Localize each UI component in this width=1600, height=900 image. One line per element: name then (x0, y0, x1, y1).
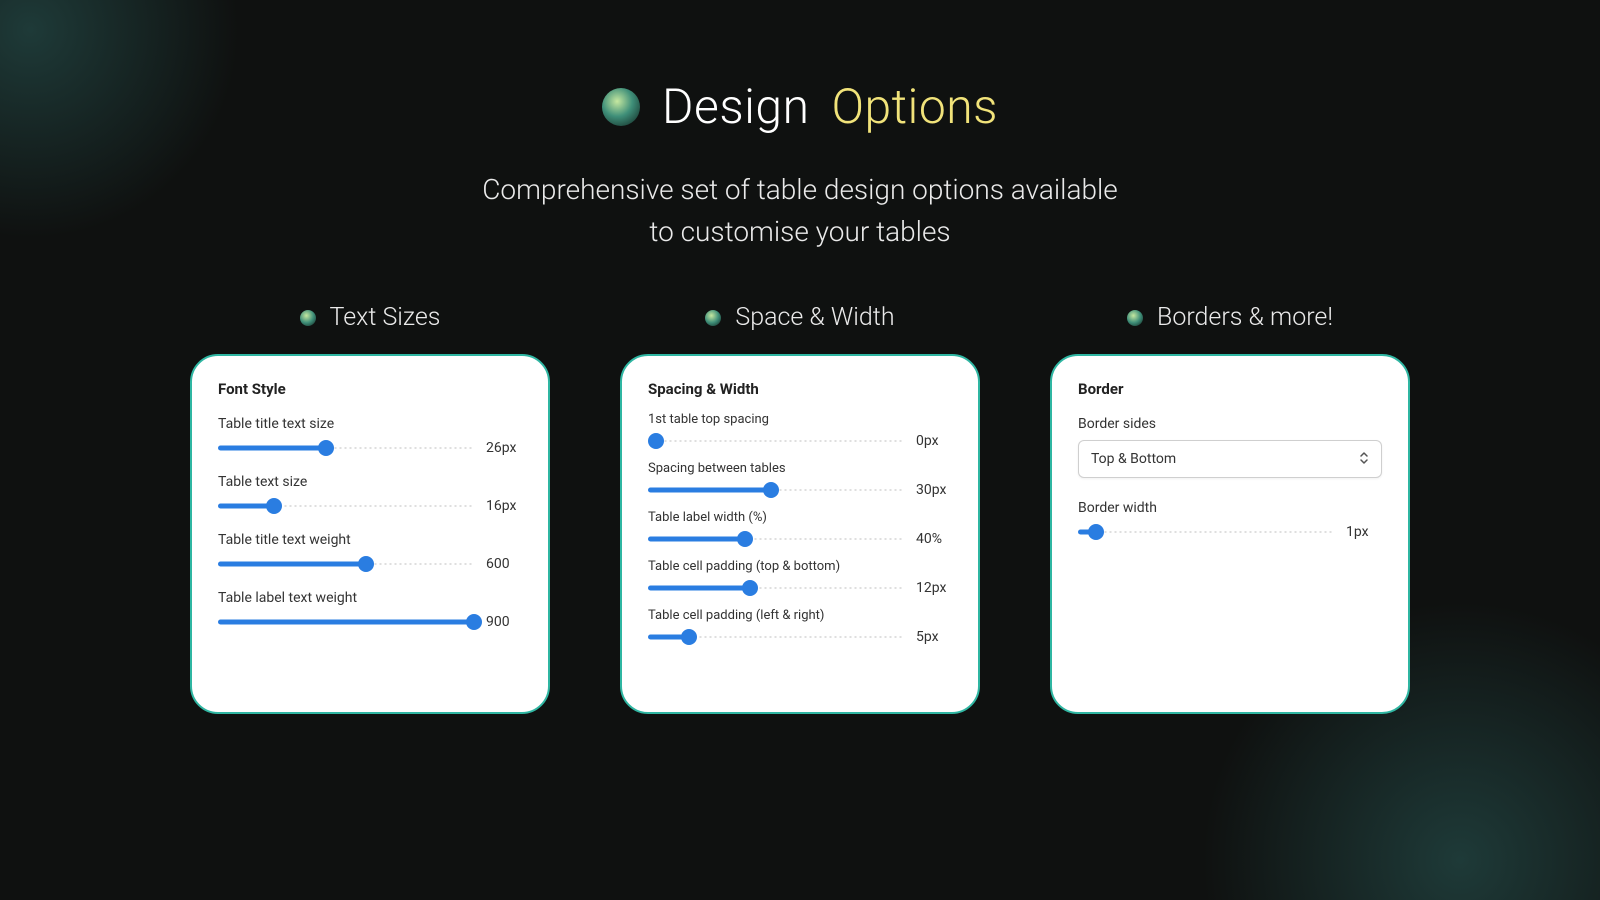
slider-value: 30px (916, 482, 952, 498)
slider-track[interactable] (648, 434, 904, 448)
select-border-sides[interactable]: Top & Bottom (1078, 440, 1382, 478)
card-heading: Font Style (218, 380, 522, 398)
slider-control-cell-padding-lr: Table cell padding (left & right) 5px (648, 608, 952, 645)
slider-value: 900 (486, 614, 522, 630)
column-title-label: Text Sizes (330, 303, 441, 332)
column-title-label: Space & Width (735, 303, 894, 332)
slider-label: Table title text size (218, 416, 522, 432)
slider-thumb[interactable] (742, 580, 758, 596)
slider-track[interactable] (648, 581, 904, 595)
slider-track[interactable] (648, 483, 904, 497)
slider-control-text-size: Table text size 16px (218, 474, 522, 514)
slider-control-title-text-weight: Table title text weight 600 (218, 532, 522, 572)
bullet-dot-icon (1127, 310, 1143, 326)
slider-control-first-table-top-spacing: 1st table top spacing 0px (648, 412, 952, 449)
slider-track[interactable] (648, 630, 904, 644)
slider-control-label-text-weight: Table label text weight 900 (218, 590, 522, 630)
slider-value: 26px (486, 440, 522, 456)
slider-value: 600 (486, 556, 522, 572)
page-title-word-2: Options (831, 78, 997, 135)
slider-thumb[interactable] (266, 498, 282, 514)
slider-value: 0px (916, 433, 952, 449)
card-heading: Border (1078, 380, 1382, 398)
hero: Design Options Comprehensive set of tabl… (0, 78, 1600, 253)
slider-value: 16px (486, 498, 522, 514)
slider-control-spacing-between-tables: Spacing between tables 30px (648, 461, 952, 498)
slider-label: Spacing between tables (648, 461, 952, 476)
slider-thumb[interactable] (763, 482, 779, 498)
select-value: Top & Bottom (1091, 451, 1176, 467)
page-title-word-1: Design (662, 78, 809, 135)
slider-thumb[interactable] (318, 440, 334, 456)
slider-label: Table label text weight (218, 590, 522, 606)
column-title-label: Borders & more! (1157, 303, 1333, 332)
slider-thumb[interactable] (358, 556, 374, 572)
column-borders: Borders & more! Border Border sides Top … (1050, 303, 1410, 714)
slider-track[interactable] (648, 532, 904, 546)
slider-label: Table label width (%) (648, 510, 952, 525)
slider-label: Table cell padding (top & bottom) (648, 559, 952, 574)
slider-track[interactable] (218, 499, 474, 513)
slider-label: 1st table top spacing (648, 412, 952, 427)
card-spacing-width: Spacing & Width 1st table top spacing 0p… (620, 354, 980, 714)
select-label-border-sides: Border sides (1078, 416, 1382, 432)
slider-value: 1px (1346, 524, 1382, 540)
slider-track[interactable] (1078, 525, 1334, 539)
card-font-style: Font Style Table title text size 26px Ta… (190, 354, 550, 714)
slider-thumb[interactable] (1088, 524, 1104, 540)
column-title-borders: Borders & more! (1050, 303, 1410, 332)
slider-thumb[interactable] (681, 629, 697, 645)
slider-control-label-width-pct: Table label width (%) 40% (648, 510, 952, 547)
column-text-sizes: Text Sizes Font Style Table title text s… (190, 303, 550, 714)
slider-value: 12px (916, 580, 952, 596)
slider-control-title-text-size: Table title text size 26px (218, 416, 522, 456)
slider-control-cell-padding-tb: Table cell padding (top & bottom) 12px (648, 559, 952, 596)
slider-value: 40% (916, 531, 952, 547)
slider-thumb[interactable] (737, 531, 753, 547)
slider-track[interactable] (218, 615, 474, 629)
logo-dot-icon (602, 88, 640, 126)
slider-value: 5px (916, 629, 952, 645)
slider-label: Table text size (218, 474, 522, 490)
bullet-dot-icon (300, 310, 316, 326)
slider-label: Table cell padding (left & right) (648, 608, 952, 623)
bullet-dot-icon (705, 310, 721, 326)
slider-track[interactable] (218, 557, 474, 571)
slider-thumb[interactable] (466, 614, 482, 630)
column-title-space-width: Space & Width (620, 303, 980, 332)
page-subtitle: Comprehensive set of table design option… (0, 169, 1600, 253)
card-border: Border Border sides Top & Bottom Border … (1050, 354, 1410, 714)
slider-thumb[interactable] (648, 433, 664, 449)
card-heading: Spacing & Width (648, 380, 952, 398)
select-updown-icon (1359, 451, 1371, 467)
slider-track[interactable] (218, 441, 474, 455)
column-space-width: Space & Width Spacing & Width 1st table … (620, 303, 980, 714)
slider-label: Border width (1078, 500, 1382, 516)
page-title: Design Options (602, 78, 998, 135)
slider-label: Table title text weight (218, 532, 522, 548)
slider-control-border-width: Border width 1px (1078, 500, 1382, 540)
column-title-text-sizes: Text Sizes (190, 303, 550, 332)
